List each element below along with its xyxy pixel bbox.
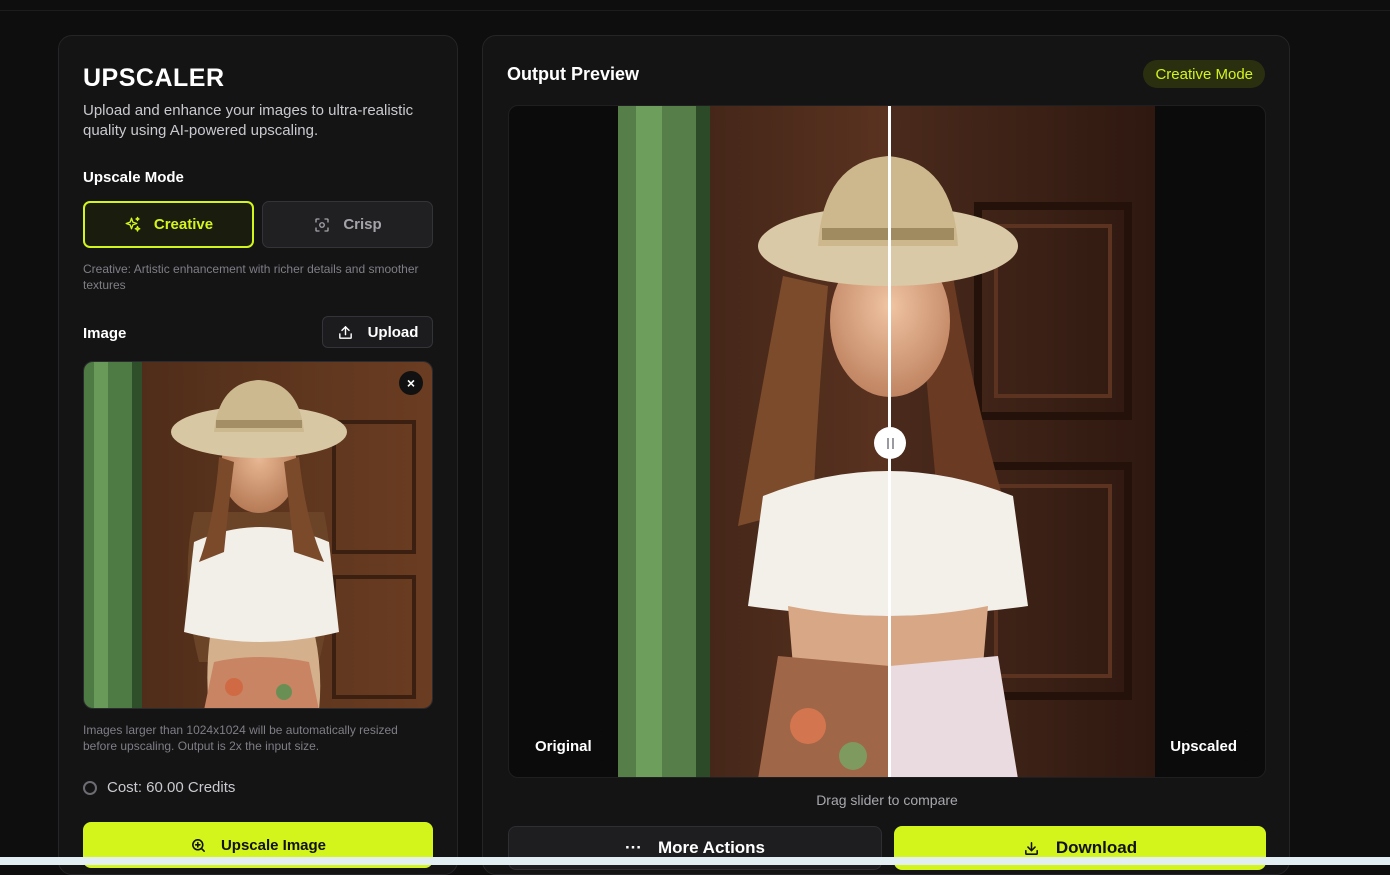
upload-icon	[338, 325, 352, 339]
download-icon	[1024, 841, 1038, 855]
focus-icon	[315, 217, 330, 232]
crisp-mode-label: Crisp	[343, 216, 382, 233]
uploaded-image-thumbnail: ×	[83, 361, 433, 709]
app-title: UPSCALER	[83, 64, 225, 92]
sparkles-icon	[125, 216, 141, 232]
more-actions-label: More Actions	[657, 838, 766, 857]
cost-label: Cost: 60.00 Credits	[107, 779, 236, 796]
original-tag: Original	[523, 731, 604, 761]
upscale-image-label: Upscale Image	[220, 836, 327, 854]
zoom-in-icon	[192, 838, 205, 852]
drag-hint: Drag slider to compare	[816, 792, 958, 808]
compare-viewer[interactable]: Original Upscaled	[508, 105, 1266, 778]
upscaled-tag: Upscaled	[1158, 731, 1249, 761]
upload-button[interactable]: Upload	[322, 316, 433, 348]
image-label: Image	[83, 325, 127, 342]
crisp-mode-button[interactable]: Crisp	[262, 201, 433, 248]
creative-mode-label: Creative	[153, 216, 214, 233]
creative-mode-button[interactable]: Creative	[83, 201, 254, 248]
output-preview-title: Output Preview	[507, 64, 640, 84]
bottom-taskbar-strip	[0, 857, 1390, 865]
app-description: Upload and enhance your images to ultra-…	[83, 102, 414, 139]
grip-bar-right	[891, 437, 894, 449]
upload-label: Upload	[367, 323, 419, 341]
remove-image-button[interactable]: ×	[399, 371, 423, 395]
more-dots-icon: ···	[624, 838, 642, 857]
mode-badge: Creative Mode	[1143, 60, 1265, 88]
upscale-mode-label: Upscale Mode	[83, 169, 184, 186]
download-label: Download	[1055, 838, 1138, 857]
grip-bar-left	[886, 437, 889, 449]
upscaler-sidebar: UPSCALER Upload and enhance your images …	[58, 35, 458, 875]
output-preview-panel: Output Preview Creative Mode Original Up…	[482, 35, 1290, 875]
image-size-note: Images larger than 1024x1024 will be aut…	[83, 723, 398, 753]
coin-icon	[83, 780, 97, 795]
compare-slider-handle[interactable]	[874, 427, 906, 459]
cost-display: Cost: 60.00 Credits	[83, 779, 235, 796]
mode-hint: Creative: Artistic enhancement with rich…	[83, 262, 419, 292]
portrait-thumbnail-image	[84, 362, 432, 708]
top-divider	[0, 10, 1390, 11]
